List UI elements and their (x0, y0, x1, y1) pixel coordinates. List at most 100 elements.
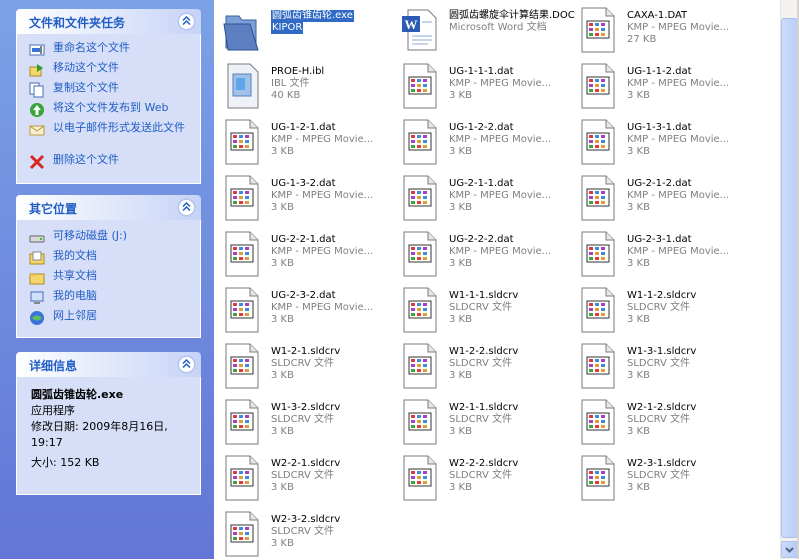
file-name: W1-3-1.sldcrv (627, 346, 697, 357)
file-name: UG-1-1-2.dat (627, 66, 692, 77)
file-size: 3 KB (449, 426, 472, 437)
collapse-chevron-icon[interactable] (178, 13, 195, 30)
file-item[interactable]: UG-1-3-2.dat KMP - MPEG Movie... 3 KB (214, 170, 392, 222)
file-name: UG-2-2-2.dat (449, 234, 514, 245)
other-places-header[interactable]: 其它位置 (16, 195, 201, 220)
task-move[interactable]: 移动这个文件 (17, 62, 200, 82)
file-item[interactable]: PROE-H.ibl IBL 文件 40 KB (214, 58, 392, 110)
media-file-icon (403, 455, 437, 501)
panel-title: 详细信息 (29, 359, 78, 373)
media-file-icon (225, 119, 259, 165)
file-item[interactable]: UG-2-2-1.dat KMP - MPEG Movie... 3 KB (214, 226, 392, 278)
place-shared-documents[interactable]: 共享文档 (17, 270, 200, 290)
detail-file-name: 圆弧齿锥齿轮.exe (31, 388, 124, 401)
file-item[interactable]: UG-2-1-2.dat KMP - MPEG Movie... 3 KB (570, 170, 748, 222)
file-name: W2-2-1.sldcrv (271, 458, 341, 469)
file-size: 27 KB (627, 34, 657, 45)
file-item[interactable]: W2-3-2.sldcrv SLDCRV 文件 3 KB (214, 506, 392, 558)
task-delete[interactable]: 删除这个文件 (17, 154, 200, 174)
file-size: 40 KB (271, 90, 301, 101)
file-name: UG-2-3-2.dat (271, 290, 336, 301)
file-type: SLDCRV 文件 (627, 470, 691, 481)
file-name: 圆弧齿锥齿轮.exe (271, 10, 354, 22)
file-name: UG-1-3-2.dat (271, 178, 336, 189)
file-type: KMP - MPEG Movie... (449, 246, 552, 257)
file-item[interactable]: UG-2-2-2.dat KMP - MPEG Movie... 3 KB (392, 226, 570, 278)
place-label: 可移动磁盘 (J:) (53, 229, 128, 242)
removable-disk-icon (29, 235, 45, 243)
file-item[interactable]: W2-1-1.sldcrv SLDCRV 文件 3 KB (392, 394, 570, 446)
file-type: KMP - MPEG Movie... (449, 134, 552, 145)
file-item[interactable]: UG-1-1-2.dat KMP - MPEG Movie... 3 KB (570, 58, 748, 110)
file-type: KMP - MPEG Movie... (627, 78, 730, 89)
task-copy[interactable]: 复制这个文件 (17, 82, 200, 102)
file-item[interactable]: UG-1-2-2.dat KMP - MPEG Movie... 3 KB (392, 114, 570, 166)
file-item[interactable]: UG-1-3-1.dat KMP - MPEG Movie... 3 KB (570, 114, 748, 166)
file-type: KMP - MPEG Movie... (449, 190, 552, 201)
file-item[interactable]: W1-3-2.sldcrv SLDCRV 文件 3 KB (214, 394, 392, 446)
task-label: 复制这个文件 (53, 81, 119, 94)
network-places-icon (30, 311, 44, 325)
file-item[interactable]: W1-3-1.sldcrv SLDCRV 文件 3 KB (570, 338, 748, 390)
collapse-chevron-icon[interactable] (178, 199, 195, 216)
media-file-icon (225, 343, 259, 389)
file-name: UG-1-2-1.dat (271, 122, 336, 133)
media-file-icon (581, 455, 615, 501)
file-type: KMP - MPEG Movie... (627, 190, 730, 201)
scrollbar-thumb[interactable] (781, 18, 798, 538)
file-item[interactable]: W1-2-2.sldcrv SLDCRV 文件 3 KB (392, 338, 570, 390)
file-tasks-header[interactable]: 文件和文件夹任务 (16, 9, 201, 34)
vertical-scrollbar[interactable] (780, 0, 798, 559)
task-label: 以电子邮件形式发送此文件 (53, 121, 185, 134)
file-item[interactable]: UG-2-3-2.dat KMP - MPEG Movie... 3 KB (214, 282, 392, 334)
file-size: 3 KB (627, 202, 650, 213)
task-publish-web[interactable]: 将这个文件发布到 Web (17, 102, 200, 122)
place-removable-disk[interactable]: 可移动磁盘 (J:) (17, 230, 200, 250)
file-name: W2-2-2.sldcrv (449, 458, 519, 469)
file-item[interactable]: W2-3-1.sldcrv SLDCRV 文件 3 KB (570, 450, 748, 502)
media-file-icon (581, 231, 615, 277)
file-item[interactable]: W1-2-1.sldcrv SLDCRV 文件 3 KB (214, 338, 392, 390)
file-name: W2-1-2.sldcrv (627, 402, 697, 413)
file-item[interactable]: 圆弧齿锥齿轮.exe KIPOR (214, 2, 392, 54)
file-item[interactable]: W2-2-1.sldcrv SLDCRV 文件 3 KB (214, 450, 392, 502)
file-name: W1-3-2.sldcrv (271, 402, 341, 413)
task-email[interactable]: 以电子邮件形式发送此文件 (17, 122, 200, 154)
media-file-icon (403, 343, 437, 389)
file-type: SLDCRV 文件 (449, 302, 513, 313)
file-type: Microsoft Word 文档 (449, 22, 547, 33)
file-name: UG-2-1-2.dat (627, 178, 692, 189)
file-name: W1-1-2.sldcrv (627, 290, 697, 301)
media-file-icon (225, 231, 259, 277)
place-my-computer[interactable]: 我的电脑 (17, 290, 200, 310)
place-label: 共享文档 (53, 269, 97, 282)
scroll-down-button[interactable] (781, 541, 798, 558)
media-file-icon (403, 63, 437, 109)
place-network[interactable]: 网上邻居 (17, 310, 200, 330)
file-item[interactable]: W1-1-1.sldcrv SLDCRV 文件 3 KB (392, 282, 570, 334)
file-item[interactable]: UG-2-1-1.dat KMP - MPEG Movie... 3 KB (392, 170, 570, 222)
file-name: UG-2-2-1.dat (271, 234, 336, 245)
task-rename[interactable]: 重命名这个文件 (17, 42, 200, 62)
file-type: SLDCRV 文件 (271, 358, 335, 369)
file-size: 3 KB (271, 314, 294, 325)
file-name: PROE-H.ibl (271, 66, 325, 77)
file-type: SLDCRV 文件 (449, 358, 513, 369)
file-size: 3 KB (271, 370, 294, 381)
word-document-icon: W (402, 9, 437, 51)
file-item[interactable]: W2-2-2.sldcrv SLDCRV 文件 3 KB (392, 450, 570, 502)
file-item[interactable]: W2-1-2.sldcrv SLDCRV 文件 3 KB (570, 394, 748, 446)
place-my-documents[interactable]: 我的文档 (17, 250, 200, 270)
file-item[interactable]: UG-1-2-1.dat KMP - MPEG Movie... 3 KB (214, 114, 392, 166)
collapse-chevron-icon[interactable] (178, 356, 195, 373)
media-file-icon (581, 119, 615, 165)
detail-file-type: 应用程序 (31, 404, 75, 417)
file-item[interactable]: UG-1-1-1.dat KMP - MPEG Movie... 3 KB (392, 58, 570, 110)
media-file-icon (403, 175, 437, 221)
file-item[interactable]: UG-2-3-1.dat KMP - MPEG Movie... 3 KB (570, 226, 748, 278)
file-item[interactable]: W1-1-2.sldcrv SLDCRV 文件 3 KB (570, 282, 748, 334)
file-size: 3 KB (627, 314, 650, 325)
file-item[interactable]: W 圆弧齿螺旋伞计算结果.DOC Microsoft Word 文档 (392, 2, 575, 54)
file-item[interactable]: CAXA-1.DAT KMP - MPEG Movie... 27 KB (570, 2, 748, 54)
details-header[interactable]: 详细信息 (16, 352, 201, 377)
